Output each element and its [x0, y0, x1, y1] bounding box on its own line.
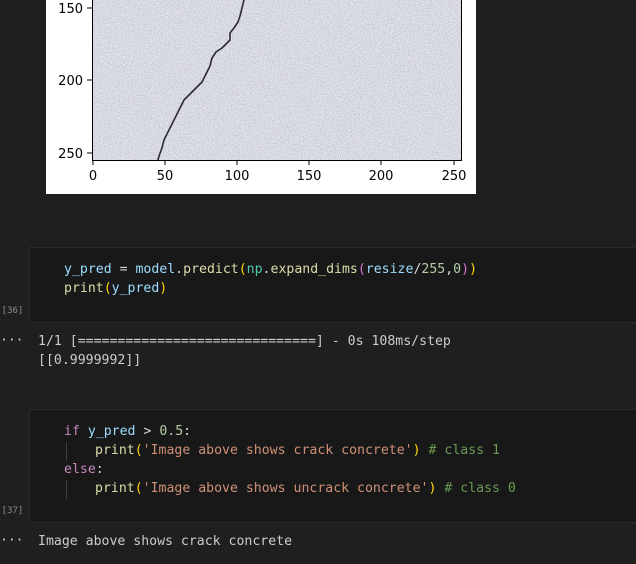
code-line[interactable]: print(y_pred) — [64, 279, 167, 298]
x-tick-label: 250 — [442, 169, 467, 184]
code-line[interactable]: y_pred = model.predict(np.expand_dims(re… — [64, 260, 477, 279]
concrete-image — [92, 0, 462, 160]
code-line[interactable]: print('Image above shows uncrack concret… — [95, 479, 516, 498]
code-line[interactable]: else: — [64, 460, 104, 479]
execution-count: [37] — [1, 506, 24, 516]
code-line[interactable]: if y_pred > 0.5: — [64, 422, 191, 441]
output-text: [[0.9999992]] — [38, 353, 142, 368]
output-menu-icon[interactable]: ··· — [0, 533, 23, 548]
output-menu-icon[interactable]: ··· — [0, 333, 23, 348]
output-text: Image above shows crack concrete — [38, 534, 293, 549]
x-tick-label: 100 — [225, 169, 250, 184]
code-line[interactable]: print('Image above shows crack concrete'… — [95, 441, 500, 460]
y-tick-label: 200 — [58, 74, 83, 89]
output-text: 1/1 [==============================] - 0… — [38, 334, 451, 349]
x-axis: 0 50 100 150 200 250 — [89, 160, 467, 184]
code-cell-37[interactable]: if y_pred > 0.5: print('Image above show… — [29, 409, 636, 523]
y-tick-label: 250 — [58, 147, 83, 162]
execution-count: [36] — [1, 306, 24, 316]
indent-guide — [66, 442, 67, 461]
y-tick-label: 150 — [58, 2, 83, 17]
code-cell-36[interactable]: y_pred = model.predict(np.expand_dims(re… — [29, 247, 636, 323]
x-tick-label: 200 — [369, 169, 394, 184]
x-tick-label: 50 — [157, 169, 174, 184]
y-axis: 150 200 250 — [58, 2, 92, 162]
crack-image-plot: 150 200 250 0 50 100 150 200 250 — [58, 0, 467, 184]
x-tick-label: 150 — [297, 169, 322, 184]
x-tick-label: 0 — [89, 169, 97, 184]
indent-guide — [66, 480, 67, 499]
